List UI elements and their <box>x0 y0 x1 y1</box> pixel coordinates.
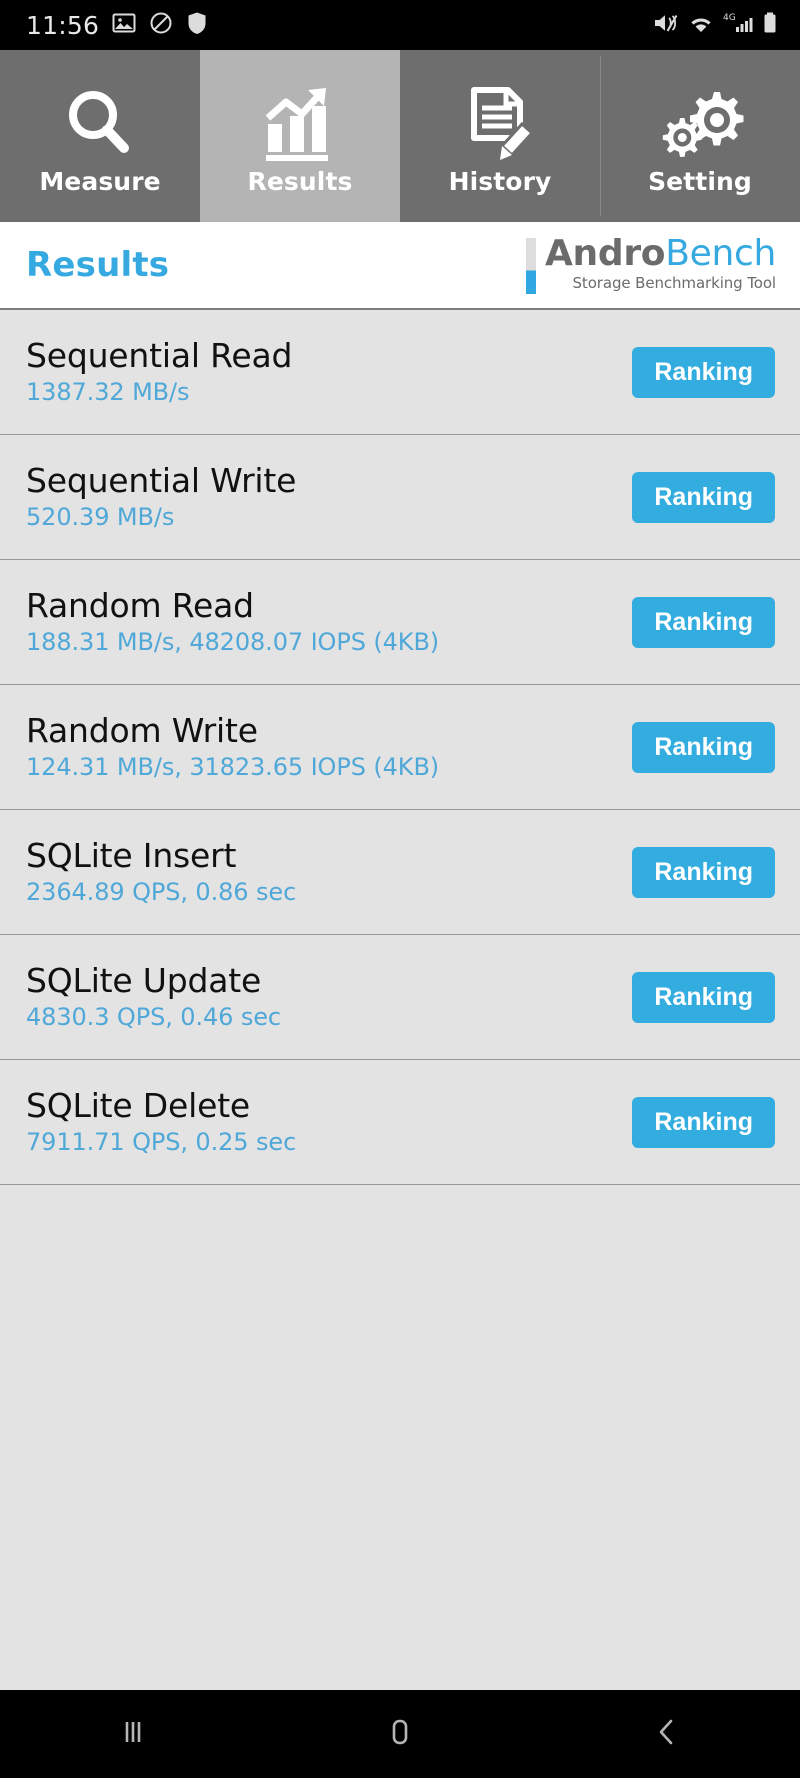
status-clock: 11:56 <box>26 10 100 40</box>
mute-icon <box>653 11 679 39</box>
logo-text: AndroBench Storage Benchmarking Tool <box>544 233 777 293</box>
ranking-button[interactable]: Ranking <box>632 346 775 398</box>
logo-bar-icon <box>525 238 536 294</box>
tab-history-label: History <box>448 166 552 196</box>
back-button[interactable] <box>533 1690 800 1778</box>
table-row[interactable]: Sequential Read 1387.32 MB/s Ranking <box>0 310 800 435</box>
benchmark-value: 7911.71 QPS, 0.25 sec <box>26 1127 297 1156</box>
home-icon <box>383 1715 417 1753</box>
ranking-button[interactable]: Ranking <box>632 721 775 773</box>
benchmark-value: 124.31 MB/s, 31823.65 IOPS (4KB) <box>26 752 440 781</box>
logo-tagline: Storage Benchmarking Tool <box>572 274 777 293</box>
signal-4g-icon: 4G <box>723 11 753 39</box>
benchmark-name: SQLite Insert <box>26 836 237 876</box>
table-row[interactable]: SQLite Insert 2364.89 QPS, 0.86 sec Rank… <box>0 810 800 935</box>
tab-measure[interactable]: Measure <box>0 50 200 222</box>
bar-chart-icon <box>258 81 342 167</box>
recents-icon <box>116 1715 150 1753</box>
system-navigation-bar <box>0 1690 800 1778</box>
main-tab-bar: Measure Results History Setting <box>0 50 800 222</box>
svg-text:4G: 4G <box>723 13 736 23</box>
table-row[interactable]: SQLite Delete 7911.71 QPS, 0.25 sec Rank… <box>0 1060 800 1185</box>
row-content: Sequential Write 520.39 MB/s <box>26 461 297 531</box>
benchmark-value: 2364.89 QPS, 0.86 sec <box>26 877 297 906</box>
status-bar: 11:56 4G <box>0 0 800 50</box>
battery-icon <box>762 11 778 39</box>
back-icon <box>650 1715 684 1753</box>
phone-screen: 11:56 4G Measure Results History Setting… <box>0 0 800 1778</box>
wifi-icon <box>688 11 714 39</box>
ranking-button[interactable]: Ranking <box>632 471 775 523</box>
gears-icon <box>656 81 744 167</box>
row-content: Random Read 188.31 MB/s, 48208.07 IOPS (… <box>26 586 440 656</box>
status-bar-left: 11:56 <box>26 11 208 40</box>
table-row[interactable]: Sequential Write 520.39 MB/s Ranking <box>0 435 800 560</box>
ranking-button[interactable]: Ranking <box>632 1096 775 1148</box>
tab-measure-label: Measure <box>39 166 161 196</box>
tab-setting[interactable]: Setting <box>600 50 800 222</box>
table-row[interactable]: SQLite Update 4830.3 QPS, 0.46 sec Ranki… <box>0 935 800 1060</box>
benchmark-name: Random Read <box>26 586 254 626</box>
results-list: Sequential Read 1387.32 MB/s Ranking Seq… <box>0 310 800 1690</box>
ranking-button[interactable]: Ranking <box>632 596 775 648</box>
magnifier-icon <box>60 81 140 167</box>
row-content: Sequential Read 1387.32 MB/s <box>26 336 293 406</box>
row-content: Random Write 124.31 MB/s, 31823.65 IOPS … <box>26 711 440 781</box>
no-sim-icon <box>149 11 173 39</box>
benchmark-value: 4830.3 QPS, 0.46 sec <box>26 1002 281 1031</box>
ranking-button[interactable]: Ranking <box>632 846 775 898</box>
results-header: Results AndroBench Storage Benchmarking … <box>0 222 800 310</box>
home-button[interactable] <box>267 1690 534 1778</box>
page-title: Results <box>26 245 170 285</box>
logo-wordmark: AndroBench <box>544 233 776 274</box>
benchmark-name: Sequential Read <box>26 336 293 376</box>
document-edit-icon <box>460 81 540 167</box>
ranking-button[interactable]: Ranking <box>632 971 775 1023</box>
benchmark-value: 1387.32 MB/s <box>26 377 190 406</box>
tab-history[interactable]: History <box>400 50 600 222</box>
benchmark-value: 520.39 MB/s <box>26 502 175 531</box>
shield-icon <box>186 11 208 39</box>
recents-button[interactable] <box>0 1690 267 1778</box>
benchmark-name: Sequential Write <box>26 461 297 501</box>
tab-results[interactable]: Results <box>200 50 400 222</box>
row-content: SQLite Delete 7911.71 QPS, 0.25 sec <box>26 1086 297 1156</box>
table-row[interactable]: Random Read 188.31 MB/s, 48208.07 IOPS (… <box>0 560 800 685</box>
logo-primary-text: Andro <box>544 233 666 274</box>
tab-results-label: Results <box>247 166 353 196</box>
table-row[interactable]: Random Write 124.31 MB/s, 31823.65 IOPS … <box>0 685 800 810</box>
row-content: SQLite Update 4830.3 QPS, 0.46 sec <box>26 961 281 1031</box>
image-icon <box>112 11 136 39</box>
status-bar-right: 4G <box>653 11 778 39</box>
row-content: SQLite Insert 2364.89 QPS, 0.86 sec <box>26 836 297 906</box>
benchmark-name: Random Write <box>26 711 258 751</box>
benchmark-value: 188.31 MB/s, 48208.07 IOPS (4KB) <box>26 627 440 656</box>
tab-setting-label: Setting <box>648 166 752 196</box>
logo-secondary-text: Bench <box>665 233 776 274</box>
benchmark-name: SQLite Update <box>26 961 262 1001</box>
benchmark-name: SQLite Delete <box>26 1086 251 1126</box>
androbench-logo: AndroBench Storage Benchmarking Tool <box>525 233 777 294</box>
